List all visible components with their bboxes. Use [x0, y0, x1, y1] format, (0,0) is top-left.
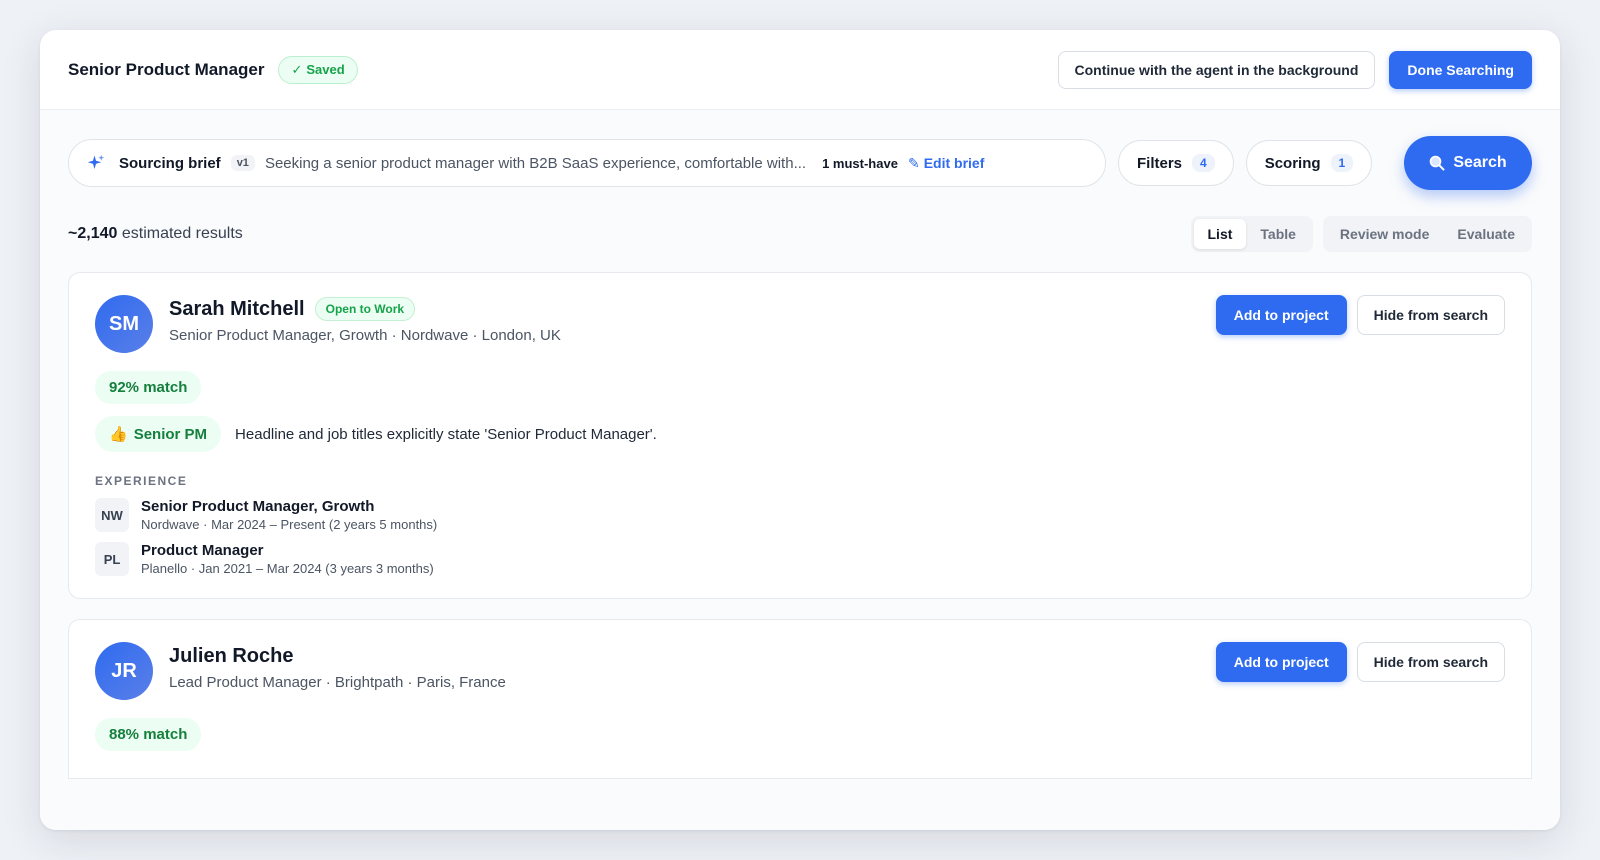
candidate-name-line: Sarah Mitchell Open to Work [169, 295, 561, 323]
continue-background-button[interactable]: Continue with the agent in the backgroun… [1057, 50, 1376, 89]
experience-title: Product Manager [141, 542, 264, 559]
thumbs-up-icon: 👍 [109, 426, 128, 443]
main-content: Sourcing brief v1 Seeking a senior produ… [40, 110, 1560, 830]
must-have-count: 1 must-have [822, 155, 898, 171]
match-score-badge: 88% match [95, 718, 202, 751]
hide-from-search-button[interactable]: Hide from search [1356, 642, 1505, 682]
experience-detail: Planello · Jan 2021 – Mar 2024 (3 years … [141, 561, 434, 576]
candidate-card: JR Julien Roche Lead Product Manager · B… [68, 619, 1532, 779]
search-row: Sourcing brief v1 Seeking a senior produ… [68, 136, 1532, 190]
filters-button[interactable]: Filters 4 [1118, 140, 1234, 186]
edit-brief-link[interactable]: ✎ Edit brief [908, 155, 984, 172]
experience-item: PL Product Manager Planello · Jan 2021 –… [95, 542, 1505, 576]
header: Senior Product Manager ✓ Saved Continue … [40, 30, 1560, 110]
edit-brief-label: Edit brief [923, 155, 985, 171]
brief-version-badge: v1 [230, 155, 255, 171]
view-table-tab[interactable]: Table [1246, 219, 1310, 249]
candidate-name-line: Julien Roche [169, 642, 506, 670]
avatar[interactable]: JR [95, 642, 153, 700]
add-to-project-button[interactable]: Add to project [1215, 295, 1347, 335]
criterion-row: 👍 Senior PM Headline and job titles expl… [95, 416, 1505, 452]
candidate-info: Julien Roche Lead Product Manager · Brig… [169, 642, 506, 692]
candidate-name[interactable]: Sarah Mitchell [169, 298, 305, 321]
avatar[interactable]: SM [95, 295, 153, 353]
brief-summary: Seeking a senior product manager with B2… [264, 154, 807, 172]
experience-heading: EXPERIENCE [95, 474, 188, 488]
candidate-info: Sarah Mitchell Open to Work Senior Produ… [169, 295, 561, 344]
criterion-reason: Headline and job titles explicitly state… [235, 425, 657, 443]
view-list-tab[interactable]: List [1193, 219, 1247, 249]
match-score-badge: 92% match [95, 371, 202, 404]
candidate-name[interactable]: Julien Roche [169, 645, 293, 668]
saved-label: Saved [306, 62, 345, 77]
search-button-label: Search [1453, 154, 1507, 171]
criterion-label: Senior PM [133, 425, 208, 443]
filters-count-badge: 4 [1192, 154, 1215, 172]
candidate-actions: Add to project Hide from search [1215, 295, 1505, 335]
page-title: Senior Product Manager [68, 59, 265, 79]
filters-label: Filters [1137, 154, 1183, 172]
experience-item: NW Senior Product Manager, Growth Nordwa… [95, 498, 1505, 532]
hide-from-search-button[interactable]: Hide from search [1356, 295, 1505, 335]
pencil-icon: ✎ [907, 154, 920, 171]
saved-badge: ✓ Saved [278, 55, 358, 84]
results-toolbar: ~2,140 estimated results List Table Revi… [68, 216, 1532, 252]
header-actions: Continue with the agent in the backgroun… [1057, 50, 1532, 89]
search-icon [1430, 155, 1445, 171]
open-to-work-badge: Open to Work [314, 297, 416, 321]
mode-segmented-control: Review mode Evaluate [1322, 216, 1532, 252]
app-window: Senior Product Manager ✓ Saved Continue … [40, 30, 1560, 830]
candidate-subtitle: Senior Product Manager, Growth · Nordwav… [169, 327, 561, 344]
experience-text: Senior Product Manager, Growth Nordwave … [141, 498, 437, 532]
experience-text: Product Manager Planello · Jan 2021 – Ma… [141, 542, 434, 576]
company-logo: PL [95, 542, 129, 576]
view-segmented-control: List Table [1190, 216, 1313, 252]
search-button[interactable]: Search [1404, 136, 1532, 190]
add-to-project-button[interactable]: Add to project [1215, 642, 1347, 682]
results-number: ~2,140 [68, 225, 118, 242]
review-mode-tab[interactable]: Review mode [1326, 219, 1443, 249]
scoring-label: Scoring [1264, 154, 1321, 172]
candidate-card: SM Sarah Mitchell Open to Work Senior Pr… [68, 272, 1532, 599]
experience-title: Senior Product Manager, Growth [141, 498, 375, 515]
candidate-header: SM Sarah Mitchell Open to Work Senior Pr… [95, 295, 1505, 353]
evaluate-tab[interactable]: Evaluate [1443, 219, 1529, 249]
experience-detail: Nordwave · Mar 2024 – Present (2 years 5… [141, 517, 438, 532]
candidate-header: JR Julien Roche Lead Product Manager · B… [95, 642, 1505, 700]
company-logo: NW [95, 498, 129, 532]
results-count: ~2,140 estimated results [68, 225, 243, 243]
candidate-actions: Add to project Hide from search [1215, 642, 1505, 682]
candidate-subtitle: Lead Product Manager · Brightpath · Pari… [169, 674, 506, 691]
done-searching-button[interactable]: Done Searching [1389, 50, 1532, 89]
sourcing-brief-bar[interactable]: Sourcing brief v1 Seeking a senior produ… [68, 139, 1106, 187]
results-suffix: estimated results [121, 225, 243, 242]
criterion-badge: 👍 Senior PM [95, 416, 222, 452]
scoring-button[interactable]: Scoring 1 [1245, 140, 1373, 186]
sparkle-icon [87, 154, 105, 169]
check-icon: ✓ [291, 61, 303, 77]
brief-label: Sourcing brief [119, 154, 221, 172]
view-toggles: List Table Review mode Evaluate [1190, 216, 1532, 252]
scoring-count-badge: 1 [1330, 154, 1354, 172]
